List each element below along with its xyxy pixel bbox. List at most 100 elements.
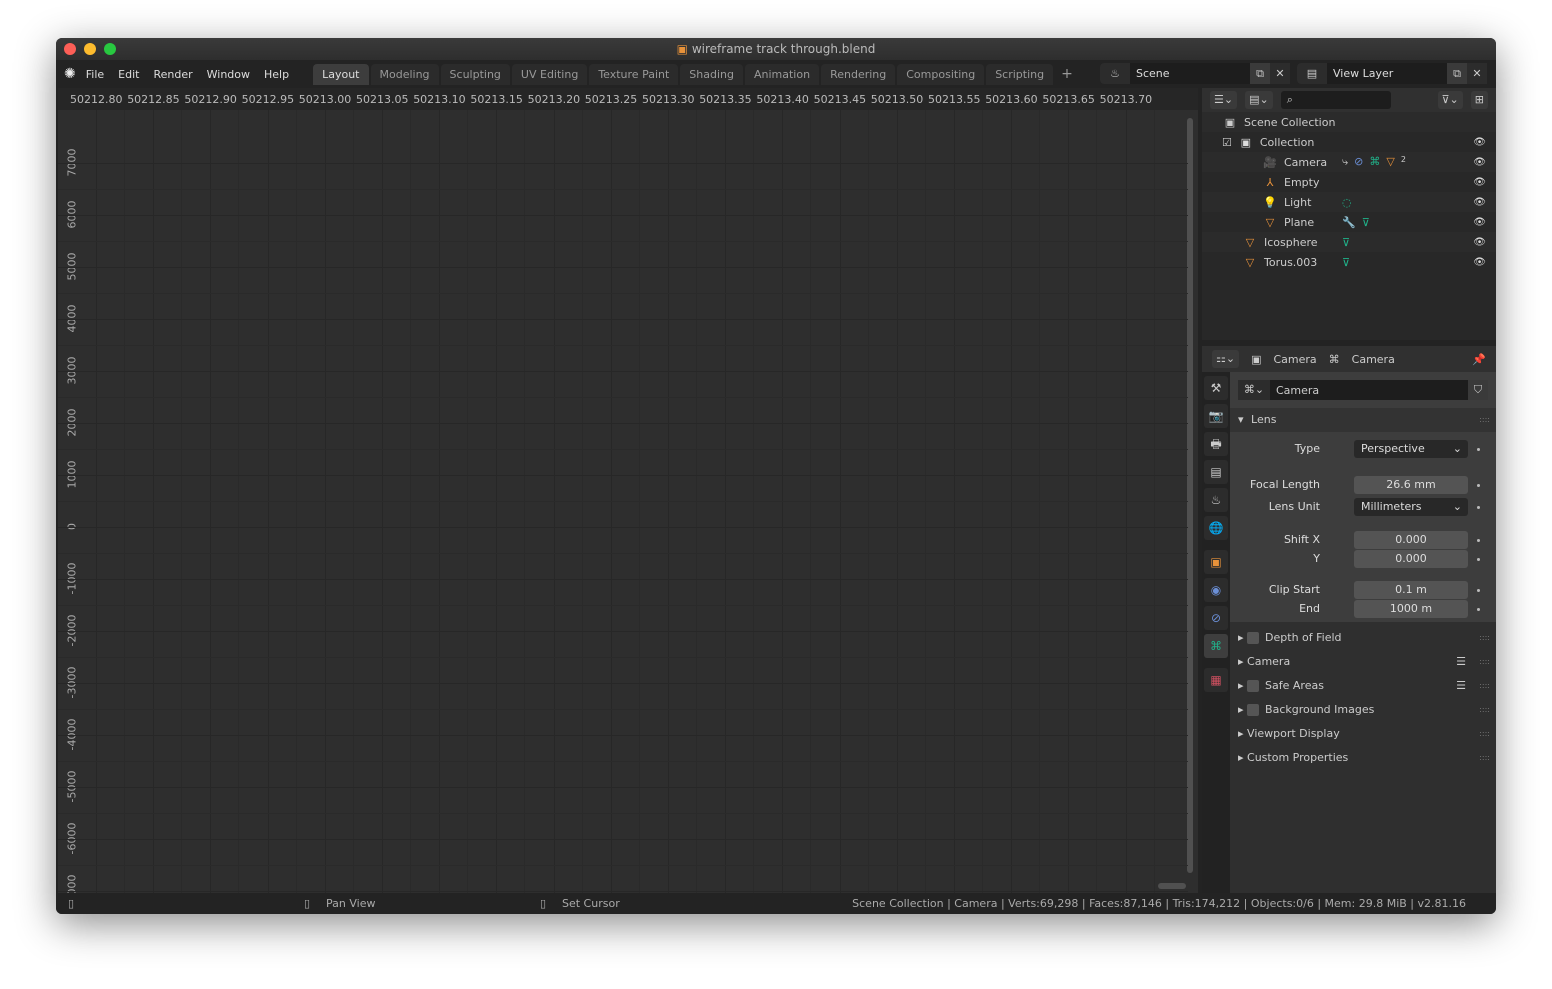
outliner-item-collection[interactable]: ☑ ▣ Collection 👁 bbox=[1202, 132, 1496, 152]
mesh-data-icon[interactable]: ⊽ bbox=[1342, 256, 1350, 269]
drag-grip-icon[interactable]: :::: bbox=[1479, 408, 1490, 432]
drag-grip-icon[interactable]: :::: bbox=[1479, 626, 1490, 650]
outliner-item-torus003[interactable]: ▽ Torus.003 ⊽ 👁 bbox=[1202, 252, 1496, 272]
drag-grip-icon[interactable]: :::: bbox=[1479, 650, 1490, 674]
graph-editor[interactable]: 50212.80 50212.85 50212.90 50212.95 50213.00… bbox=[58, 88, 1198, 906]
field-focal-length[interactable]: 26.6 mm bbox=[1354, 476, 1468, 494]
keyframe-dot[interactable] bbox=[1477, 506, 1480, 509]
exclude-checkbox[interactable]: ☑ bbox=[1222, 136, 1232, 149]
keyframe-dot[interactable] bbox=[1477, 539, 1480, 542]
blender-logo-icon[interactable]: ✺ bbox=[64, 66, 76, 82]
field-shift-x[interactable]: 0.000 bbox=[1354, 531, 1468, 549]
new-scene-icon[interactable]: ⧉ bbox=[1250, 63, 1270, 84]
outliner-root[interactable]: ▣ Scene Collection bbox=[1202, 112, 1496, 132]
panel-checkbox[interactable] bbox=[1247, 704, 1260, 716]
display-mode-icon[interactable]: ☰⌄ bbox=[1210, 91, 1238, 109]
filter-icon[interactable]: ⊽⌄ bbox=[1437, 91, 1463, 109]
minimize-button[interactable] bbox=[84, 43, 96, 55]
field-end[interactable]: 1000 m bbox=[1354, 600, 1468, 618]
outliner-item-icosphere[interactable]: ▽ Icosphere ⊽ 👁 bbox=[1202, 232, 1496, 252]
panel-depth-of-field[interactable]: ▸ Depth of Field:::: bbox=[1230, 626, 1496, 650]
camera-data-icon[interactable]: ⌘ bbox=[1369, 155, 1380, 169]
view-layer-selector[interactable]: ▤ View Layer ⧉ ✕ bbox=[1297, 63, 1487, 84]
new-view-layer-icon[interactable]: ⧉ bbox=[1447, 63, 1467, 84]
presets-list-icon[interactable]: ☰ bbox=[1456, 674, 1466, 698]
camera-data-icon[interactable]: ⌘ bbox=[1204, 634, 1228, 658]
view-layer-icon[interactable]: ▤ bbox=[1204, 460, 1228, 484]
drag-grip-icon[interactable]: :::: bbox=[1479, 698, 1490, 722]
field-lens-unit[interactable]: Millimeters ⌄ bbox=[1354, 498, 1468, 516]
remove-view-layer-icon[interactable]: ✕ bbox=[1467, 63, 1487, 84]
panel-checkbox[interactable] bbox=[1247, 680, 1260, 692]
outliner-search-input[interactable]: ⌕ bbox=[1280, 91, 1391, 109]
field-type[interactable]: Perspective ⌄ bbox=[1354, 440, 1468, 458]
light-data-icon[interactable]: ◌ bbox=[1342, 196, 1352, 209]
visibility-eye-icon[interactable]: 👁 bbox=[1473, 137, 1486, 148]
visibility-eye-icon[interactable]: 👁 bbox=[1473, 257, 1486, 268]
panel-background-images[interactable]: ▸ Background Images:::: bbox=[1230, 698, 1496, 722]
panel-lens[interactable]: ▾ Lens :::: bbox=[1230, 408, 1496, 432]
tool-icon[interactable]: ⚒ bbox=[1204, 376, 1228, 400]
visibility-eye-icon[interactable]: 👁 bbox=[1473, 197, 1486, 208]
remove-scene-icon[interactable]: ✕ bbox=[1270, 63, 1290, 84]
menu-file[interactable]: File bbox=[86, 68, 104, 81]
panel-safe-areas[interactable]: ▸ Safe Areas ☰:::: bbox=[1230, 674, 1496, 698]
modifier-icon[interactable]: 🔧 bbox=[1342, 216, 1356, 229]
vertical-scrollbar[interactable] bbox=[1187, 118, 1193, 873]
tab-shading[interactable]: Shading bbox=[680, 64, 743, 85]
menu-window[interactable]: Window bbox=[207, 68, 250, 81]
physics-icon[interactable]: ◉ bbox=[1204, 578, 1228, 602]
tab-scripting[interactable]: Scripting bbox=[986, 64, 1054, 85]
keyframe-dot[interactable] bbox=[1477, 484, 1480, 487]
panel-custom-properties[interactable]: ▸ Custom Properties:::: bbox=[1230, 746, 1496, 770]
menu-render[interactable]: Render bbox=[153, 68, 192, 81]
constraint-icon[interactable]: ⤷ bbox=[1342, 155, 1348, 169]
close-button[interactable] bbox=[64, 43, 76, 55]
panel-checkbox[interactable] bbox=[1247, 632, 1260, 644]
menu-help[interactable]: Help bbox=[264, 68, 289, 81]
render-icon[interactable]: 📷 bbox=[1204, 404, 1228, 428]
panel-viewport-display[interactable]: ▸ Viewport Display:::: bbox=[1230, 722, 1496, 746]
mesh-data-icon[interactable]: ⊽ bbox=[1362, 216, 1370, 229]
outliner-item-empty[interactable]: ⅄ Empty 👁 bbox=[1202, 172, 1496, 192]
object-icon[interactable]: ▣ bbox=[1204, 550, 1228, 574]
scene-icon[interactable]: ♨ bbox=[1204, 488, 1228, 512]
pin-icon[interactable]: 📌 bbox=[1472, 353, 1486, 366]
outliner-item-plane[interactable]: ▽ Plane 🔧 ⊽ 👁 bbox=[1202, 212, 1496, 232]
tab-sculpting[interactable]: Sculpting bbox=[440, 64, 510, 85]
filter-layer-icon[interactable]: ▤⌄ bbox=[1245, 91, 1273, 109]
keyframe-dot[interactable] bbox=[1477, 448, 1480, 451]
drag-grip-icon[interactable]: :::: bbox=[1479, 746, 1490, 770]
tab-texture-paint[interactable]: Texture Paint bbox=[589, 64, 679, 85]
keyframe-dot[interactable] bbox=[1477, 589, 1480, 592]
tab-rendering[interactable]: Rendering bbox=[821, 64, 896, 85]
drag-grip-icon[interactable]: :::: bbox=[1479, 674, 1490, 698]
panel-camera[interactable]: ▸ Camera ☰:::: bbox=[1230, 650, 1496, 674]
new-collection-icon[interactable]: ⊞ bbox=[1470, 91, 1488, 109]
visibility-eye-icon[interactable]: 👁 bbox=[1473, 177, 1486, 188]
datablock-selector[interactable]: ⌘⌄ Camera ⛉ bbox=[1238, 380, 1488, 400]
visibility-eye-icon[interactable]: 👁 bbox=[1473, 237, 1486, 248]
visibility-eye-icon[interactable]: 👁 bbox=[1473, 157, 1486, 168]
mesh-data-icon[interactable]: ⊽ bbox=[1342, 236, 1350, 249]
add-workspace-button[interactable]: + bbox=[1061, 66, 1073, 82]
keyframe-dot[interactable] bbox=[1477, 608, 1480, 611]
tab-layout[interactable]: Layout bbox=[313, 64, 369, 85]
texture-icon[interactable]: ▦ bbox=[1204, 668, 1228, 692]
tab-compositing[interactable]: Compositing bbox=[897, 64, 985, 85]
output-icon[interactable]: 🖶 bbox=[1204, 432, 1228, 456]
world-icon[interactable]: 🌐 bbox=[1204, 516, 1228, 540]
scene-selector[interactable]: ♨ Scene ⧉ ✕ bbox=[1100, 63, 1290, 84]
field-clip-start[interactable]: 0.1 m bbox=[1354, 581, 1468, 599]
mesh-icon[interactable]: ▽ bbox=[1386, 155, 1394, 169]
constraint-icon[interactable]: ⊘ bbox=[1204, 606, 1228, 630]
outliner-item-camera[interactable]: 🎥 Camera ⤷ ⊘ ⌘ ▽ 2 👁 bbox=[1202, 152, 1496, 172]
fake-user-shield-icon[interactable]: ⛉ bbox=[1468, 380, 1488, 400]
zoom-button[interactable] bbox=[104, 43, 116, 55]
editor-type-icon[interactable]: ⚏⌄ bbox=[1212, 350, 1240, 368]
tab-uv-editing[interactable]: UV Editing bbox=[511, 64, 588, 85]
menu-edit[interactable]: Edit bbox=[118, 68, 139, 81]
tab-modeling[interactable]: Modeling bbox=[370, 64, 439, 85]
presets-list-icon[interactable]: ☰ bbox=[1456, 650, 1466, 674]
object-data-icon[interactable]: ⊘ bbox=[1354, 155, 1363, 169]
